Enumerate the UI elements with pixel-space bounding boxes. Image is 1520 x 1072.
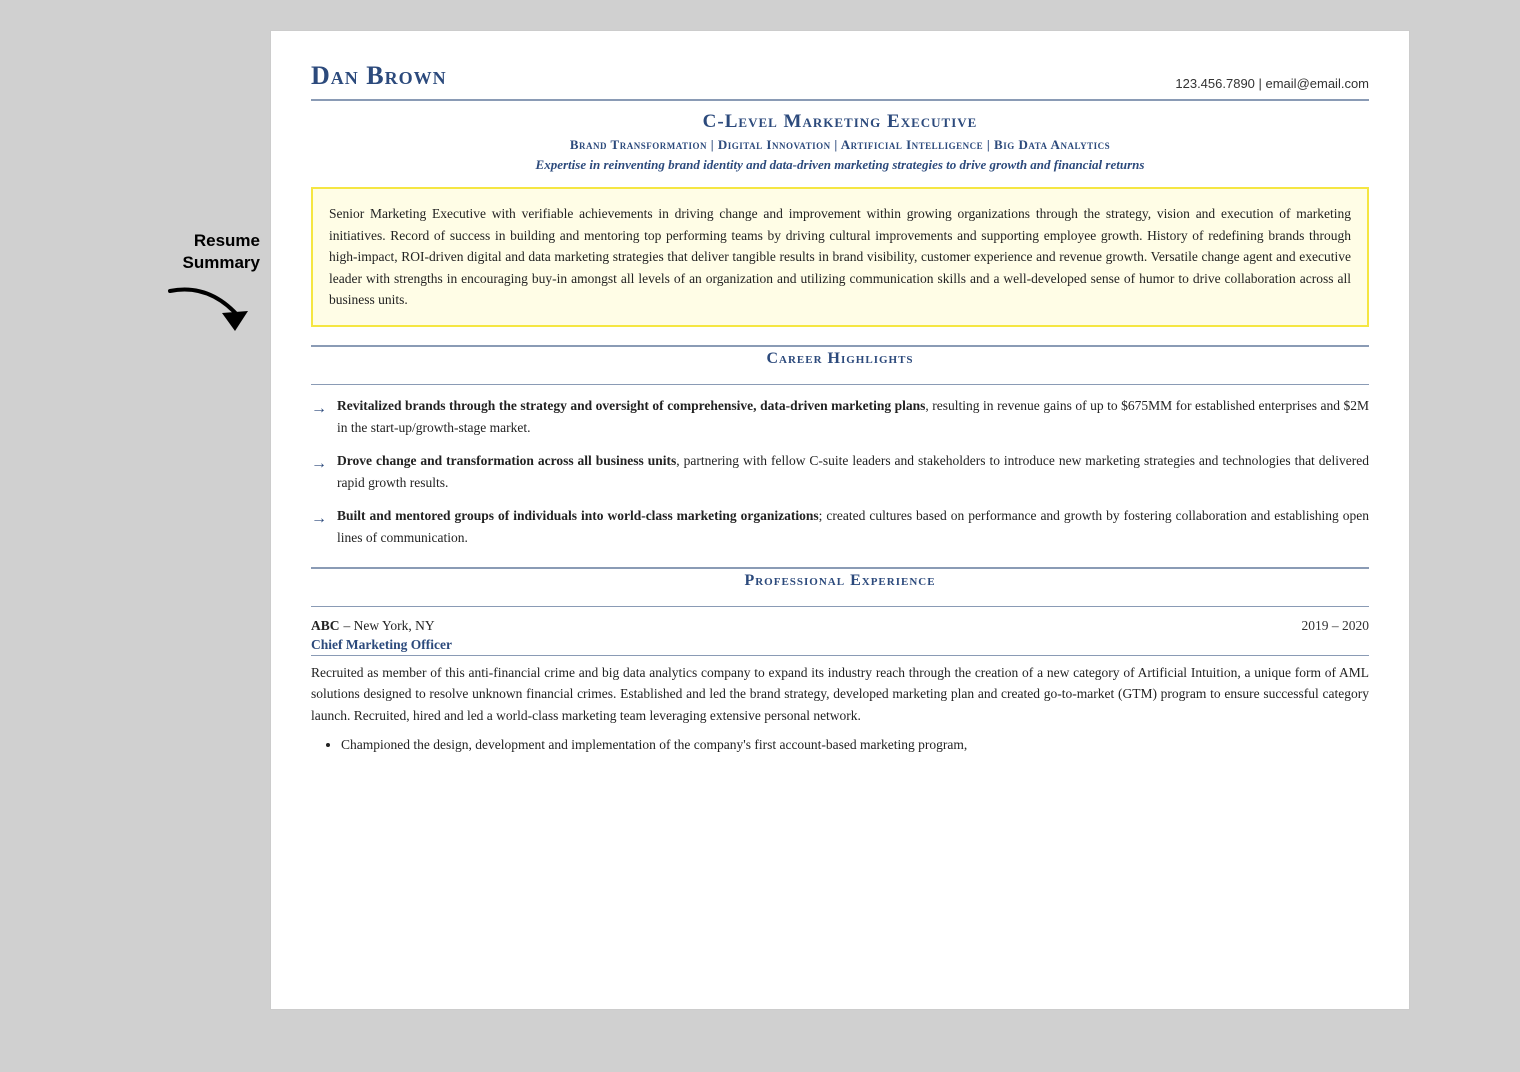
career-highlights-title: Career Highlights <box>766 350 913 368</box>
resume-document: Dan Brown 123.456.7890 | email@email.com… <box>270 30 1410 1010</box>
subtitle-line: Brand Transformation | Digital Innovatio… <box>311 137 1369 153</box>
bullet-arrow-2: → <box>311 451 327 477</box>
resume-header: Dan Brown 123.456.7890 | email@email.com <box>311 61 1369 101</box>
job-location: New York, NY <box>354 618 435 633</box>
main-title: C-Level Marketing Executive <box>311 111 1369 133</box>
list-item: Championed the design, development and i… <box>341 734 1369 756</box>
professional-experience-title: Professional Experience <box>744 572 935 590</box>
annotation-arrow <box>160 283 260 333</box>
job-bullets: Championed the design, development and i… <box>311 734 1369 756</box>
list-item: → Built and mentored groups of individua… <box>311 505 1369 548</box>
summary-text: Senior Marketing Executive with verifiab… <box>329 206 1351 307</box>
highlight-text-2: Drove change and transformation across a… <box>337 450 1369 493</box>
list-item: → Drove change and transformation across… <box>311 450 1369 493</box>
career-highlights-section: Career Highlights → Revitalized brands t… <box>311 345 1369 549</box>
summary-box: Senior Marketing Executive with verifiab… <box>311 187 1369 327</box>
title-section: C-Level Marketing Executive Brand Transf… <box>311 111 1369 173</box>
resume-summary-annotation: Resume Summary <box>110 30 270 333</box>
job-header: ABC – New York, NY 2019 – 2020 <box>311 617 1369 635</box>
job-dates: 2019 – 2020 <box>1302 618 1370 634</box>
career-highlights-header: Career Highlights <box>311 350 1369 372</box>
bullet-arrow-3: → <box>311 506 327 532</box>
highlight-text-1: Revitalized brands through the strategy … <box>337 395 1369 438</box>
contact-info: 123.456.7890 | email@email.com <box>1175 76 1369 91</box>
bullet-arrow-1: → <box>311 396 327 422</box>
professional-experience-header: Professional Experience <box>311 572 1369 594</box>
candidate-name: Dan Brown <box>311 61 447 91</box>
highlight-text-3: Built and mentored groups of individuals… <box>337 505 1369 548</box>
annotation-label: Resume Summary <box>183 230 260 274</box>
job-entry-abc: ABC – New York, NY 2019 – 2020 Chief Mar… <box>311 617 1369 756</box>
job-title: Chief Marketing Officer <box>311 637 1369 656</box>
list-item: → Revitalized brands through the strateg… <box>311 395 1369 438</box>
highlights-list: → Revitalized brands through the strateg… <box>311 395 1369 549</box>
professional-experience-section: Professional Experience ABC – New York, … <box>311 567 1369 756</box>
job-description: Recruited as member of this anti-financi… <box>311 662 1369 727</box>
expertise-line: Expertise in reinventing brand identity … <box>311 157 1369 173</box>
company-location: ABC – New York, NY <box>311 617 435 635</box>
